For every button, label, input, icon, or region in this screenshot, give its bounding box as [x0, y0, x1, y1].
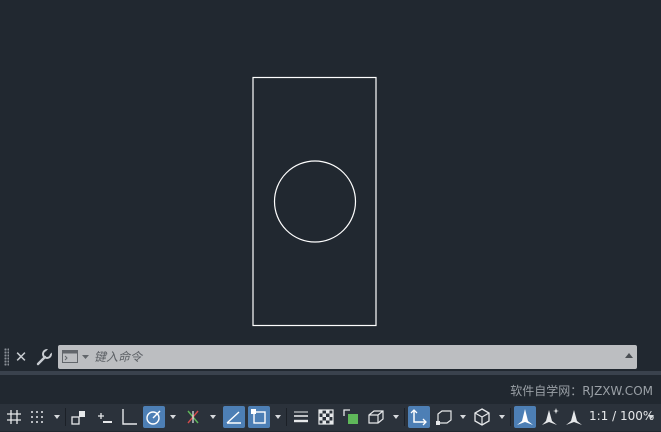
- chevron-down-icon[interactable]: [648, 415, 654, 419]
- grip-handle-icon[interactable]: [4, 348, 9, 366]
- dynamic-input-icon[interactable]: [93, 406, 115, 428]
- divider: [510, 408, 511, 426]
- chevron-down-icon[interactable]: [499, 415, 505, 419]
- isometric-icon[interactable]: [182, 406, 204, 428]
- ortho-icon[interactable]: [118, 406, 140, 428]
- layout-tab-row: 软件自学网：RJZXW.COM: [0, 375, 661, 404]
- selection-filter-icon[interactable]: [433, 406, 455, 428]
- chevron-down-icon[interactable]: [393, 415, 399, 419]
- selection-cycling-icon[interactable]: [340, 406, 362, 428]
- dynamic-ucs-icon: [410, 409, 427, 426]
- 3d-osnap-icon[interactable]: [365, 406, 387, 428]
- chevron-down-icon[interactable]: [170, 415, 176, 419]
- drawing-canvas[interactable]: [0, 0, 661, 343]
- divider: [65, 408, 66, 426]
- chevron-down-icon[interactable]: [210, 415, 216, 419]
- gizmo-icon[interactable]: [471, 406, 493, 428]
- circle-object[interactable]: [273, 160, 357, 243]
- object-snap-tracking-button[interactable]: [223, 406, 245, 428]
- status-bar: 1:1 / 100%: [0, 404, 661, 431]
- annotation-scale-label[interactable]: 1:1 / 100%: [589, 409, 654, 423]
- object-snap-icon: [251, 409, 266, 424]
- divider: [404, 408, 405, 426]
- snap-dots-icon[interactable]: [26, 406, 48, 428]
- annotation-visibility-button[interactable]: [514, 406, 536, 428]
- annotation-visibility-icon: [517, 409, 533, 425]
- watermark-text: 软件自学网：RJZXW.COM: [510, 384, 653, 398]
- lineweight-icon[interactable]: [290, 406, 312, 428]
- divider: [286, 408, 287, 426]
- chevron-down-icon[interactable]: [460, 415, 466, 419]
- command-history-arrow-icon[interactable]: [625, 353, 633, 358]
- model-space[interactable]: [0, 0, 661, 343]
- polar-tracking-button[interactable]: [143, 406, 165, 428]
- object-snap-tracking-icon: [226, 411, 241, 424]
- command-line: ✕: [0, 345, 661, 369]
- command-input-box[interactable]: [58, 345, 637, 369]
- command-prompt-icon[interactable]: [62, 350, 90, 364]
- dynamic-ucs-button[interactable]: [408, 406, 430, 428]
- close-icon[interactable]: ✕: [13, 346, 29, 368]
- grid-icon[interactable]: [3, 406, 25, 428]
- rectangle-object[interactable]: [252, 76, 377, 327]
- object-snap-button[interactable]: [248, 406, 270, 428]
- chevron-down-icon[interactable]: [275, 415, 281, 419]
- command-input[interactable]: [94, 347, 594, 367]
- transparency-icon[interactable]: [315, 406, 337, 428]
- annotation-scale-icon[interactable]: [563, 406, 585, 428]
- wrench-icon[interactable]: [34, 348, 54, 366]
- chevron-down-icon[interactable]: [54, 415, 60, 419]
- auto-scale-icon[interactable]: [539, 406, 561, 428]
- infer-constraints-icon[interactable]: [68, 406, 90, 428]
- polar-tracking-icon: [146, 410, 161, 425]
